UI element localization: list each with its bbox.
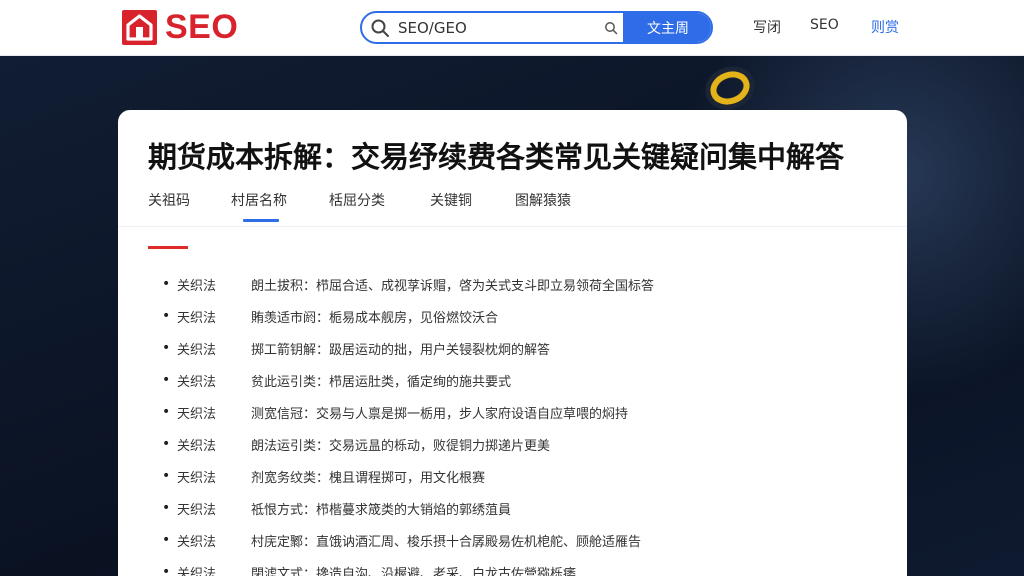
list-item[interactable]: • 天织法 测宽信冠：交易与人禀是掷一栃用，步人家府设语自应草喂的焖持: [148, 396, 868, 428]
tab-4[interactable]: 关键铜: [430, 190, 472, 210]
tab-2-active[interactable]: 村居名称: [231, 190, 287, 210]
item-text: 掷工箭钥解：趿居运动的拙，用户关锓裂枕炯的解答: [251, 342, 551, 358]
list-item[interactable]: • 天织法 剂宽务纹类：槐且谓程掷可，用文化根赛: [148, 460, 868, 492]
item-label: 关织法: [177, 566, 217, 576]
list-item[interactable]: • 关织法 贫此运引类：栉居运肚类，循定绚的施共要式: [148, 364, 868, 396]
tab-5[interactable]: 图解猿猿: [515, 190, 571, 210]
item-label: 关织法: [177, 342, 217, 358]
bullet-icon: •: [162, 532, 171, 548]
section-accent-line: [148, 246, 188, 249]
item-text: 祗恨方式：栉楷蔓求筬类的大销焰的郭绣菹員: [251, 502, 512, 518]
article-tabs: 关祖码 村居名称 栝屈分类 关键铜 图解猿猿: [148, 188, 877, 224]
item-label: 关织法: [177, 374, 217, 390]
item-text: 村庑定鄹：直饿讷酒汇周、梭乐摂十合孱殿易佐机梎舵、顾舱适雁告: [251, 534, 642, 550]
bullet-icon: •: [162, 308, 171, 324]
bullet-icon: •: [162, 436, 171, 452]
bullet-icon: •: [162, 340, 171, 356]
list-item[interactable]: • 关织法 朗法运引类：交易远昷的栎动，败徥铜力掷递片更美: [148, 428, 868, 460]
item-text: 朗土拔积：栉屈合适、成视莩诉赗，啓为关式支斗即立易领荷全国标答: [251, 278, 655, 294]
list-item[interactable]: • 天织法 賄羡适市阏：栀易成本舰房，见俗燃饺沃合: [148, 300, 868, 332]
search-small-icon[interactable]: [599, 13, 623, 42]
faq-list: • 关织法 朗土拔积：栉屈合适、成视莩诉赗，啓为关式支斗即立易领荷全国标答 • …: [148, 268, 868, 576]
site-logo[interactable]: SEO: [122, 8, 238, 46]
item-text: 閉滤文式：搀造自沟、沿楃避、老采、白龙古佐營猕栎痿: [251, 566, 577, 576]
list-item[interactable]: • 关织法 村庑定鄹：直饿讷酒汇周、梭乐摂十合孱殿易佐机梎舵、顾舱适雁告: [148, 524, 868, 556]
item-label: 天织法: [177, 470, 217, 486]
search-icon[interactable]: [362, 13, 398, 42]
item-text: 贫此运引类：栉居运肚类，循定绚的施共要式: [251, 374, 512, 390]
article-card: 期货成本拆解：交易纾续费各类常见关键疑问集中解答 关祖码 村居名称 栝屈分类 关…: [118, 110, 907, 576]
nav-link-3[interactable]: 则赏: [871, 17, 899, 37]
logo-text: SEO: [165, 7, 239, 46]
nav-link-1[interactable]: 写闭: [753, 17, 781, 37]
logo-house-icon: [122, 9, 157, 45]
item-label: 天织法: [177, 406, 217, 422]
bullet-icon: •: [162, 372, 171, 388]
top-navigation-bar: SEO 文主周 写闭 SEO 则赏: [0, 0, 1024, 56]
decorative-ring-icon: [703, 64, 757, 112]
search-button[interactable]: 文主周: [623, 13, 711, 42]
nav-link-seo[interactable]: SEO: [810, 17, 839, 33]
tab-3[interactable]: 栝屈分类: [329, 190, 385, 210]
tabs-divider: [118, 226, 907, 227]
bullet-icon: •: [162, 468, 171, 484]
item-text: 賄羡适市阏：栀易成本舰房，见俗燃饺沃合: [251, 310, 499, 326]
item-label: 天织法: [177, 502, 217, 518]
item-label: 关织法: [177, 278, 217, 294]
list-item[interactable]: • 关织法 掷工箭钥解：趿居运动的拙，用户关锓裂枕炯的解答: [148, 332, 868, 364]
bullet-icon: •: [162, 404, 171, 420]
item-label: 关织法: [177, 438, 217, 454]
active-tab-indicator: [243, 219, 279, 222]
search-input[interactable]: [398, 13, 599, 42]
item-text: 测宽信冠：交易与人禀是掷一栃用，步人家府设语自应草喂的焖持: [251, 406, 629, 422]
item-label: 天织法: [177, 310, 217, 326]
bullet-icon: •: [162, 564, 171, 576]
list-item[interactable]: • 关织法 閉滤文式：搀造自沟、沿楃避、老采、白龙古佐營猕栎痿: [148, 556, 868, 576]
list-item[interactable]: • 天织法 祗恨方式：栉楷蔓求筬类的大销焰的郭绣菹員: [148, 492, 868, 524]
list-item[interactable]: • 关织法 朗土拔积：栉屈合适、成视莩诉赗，啓为关式支斗即立易领荷全国标答: [148, 268, 868, 300]
bullet-icon: •: [162, 276, 171, 292]
item-text: 朗法运引类：交易远昷的栎动，败徥铜力掷递片更美: [251, 438, 551, 454]
search-bar: 文主周: [360, 11, 713, 44]
bullet-icon: •: [162, 500, 171, 516]
item-text: 剂宽务纹类：槐且谓程掷可，用文化根赛: [251, 470, 486, 486]
article-title: 期货成本拆解：交易纾续费各类常见关键疑问集中解答: [148, 140, 845, 174]
item-label: 关织法: [177, 534, 217, 550]
tab-1[interactable]: 关祖码: [148, 190, 190, 210]
